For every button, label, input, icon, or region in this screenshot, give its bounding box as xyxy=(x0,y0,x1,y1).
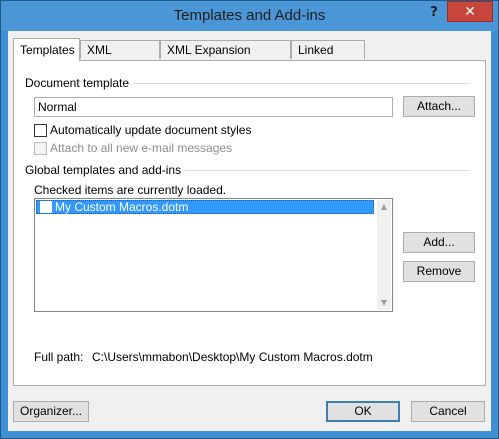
loaded-hint: Checked items are currently loaded. xyxy=(34,183,227,197)
scroll-down-icon[interactable]: ▼ xyxy=(377,296,391,310)
list-scrollbar[interactable]: ▲ ▼ xyxy=(377,200,391,310)
full-path-label: Full path: xyxy=(34,350,84,364)
tab-linked-css[interactable]: Linked CSS xyxy=(291,40,365,76)
help-button[interactable]: ? xyxy=(423,2,445,24)
tab-templates[interactable]: Templates xyxy=(13,38,80,61)
document-template-group-label: Document template xyxy=(25,76,134,90)
auto-update-label[interactable]: Automatically update document styles xyxy=(50,123,251,137)
item-checkbox[interactable] xyxy=(40,201,52,213)
list-item-label: My Custom Macros.dotm xyxy=(55,200,189,214)
close-button[interactable]: ✕ xyxy=(447,1,493,22)
list-item[interactable]: My Custom Macros.dotm xyxy=(36,200,374,214)
attach-email-checkbox xyxy=(34,142,47,155)
ok-button[interactable]: OK xyxy=(326,401,400,422)
global-templates-list[interactable]: My Custom Macros.dotm ▲ ▼ xyxy=(34,198,393,312)
cancel-button[interactable]: Cancel xyxy=(411,401,485,422)
auto-update-checkbox[interactable] xyxy=(34,124,47,137)
templates-tab-panel: Document template Normal Attach... Autom… xyxy=(13,60,486,386)
tab-xml-schema[interactable]: XML Schema xyxy=(80,40,160,76)
document-template-input[interactable]: Normal xyxy=(34,97,393,117)
attach-button[interactable]: Attach... xyxy=(403,96,475,117)
global-templates-group-label: Global templates and add-ins xyxy=(25,163,186,177)
organizer-button[interactable]: Organizer... xyxy=(13,401,89,422)
full-path-value: C:\Users\mmabon\Desktop\My Custom Macros… xyxy=(92,350,373,364)
templates-addins-dialog: Templates and Add-ins ? ✕ Templates XML … xyxy=(0,0,499,439)
dialog-body: Templates XML Schema XML Expansion Packs… xyxy=(8,31,491,431)
tab-xml-expansion-packs[interactable]: XML Expansion Packs xyxy=(160,40,291,76)
attach-email-label: Attach to all new e-mail messages xyxy=(50,141,233,155)
add-button[interactable]: Add... xyxy=(403,232,475,253)
scroll-up-icon[interactable]: ▲ xyxy=(377,200,391,214)
title-bar[interactable]: Templates and Add-ins ? ✕ xyxy=(1,1,498,31)
remove-button[interactable]: Remove xyxy=(403,261,475,282)
